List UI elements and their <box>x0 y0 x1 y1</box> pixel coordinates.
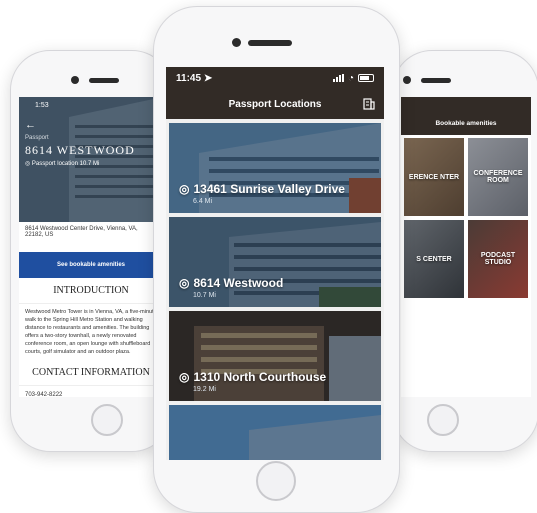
signal-icon <box>332 74 344 82</box>
pin-icon: ◎ <box>179 370 190 384</box>
center-phone: 11:45 ➤ ◔ Passport Locations ◎ 13461 Sun… <box>153 6 400 513</box>
left-screen: 1:53 ← Passport 8614 WESTWOOD ◎ Passport… <box>19 97 163 397</box>
location-distance: Passport location 10.7 Mi <box>31 161 100 167</box>
contact-heading: CONTACT INFORMATION <box>19 360 163 386</box>
speaker <box>248 40 292 46</box>
right-screen: Bookable amenities ERENCE NTER CONFERENC… <box>401 97 531 397</box>
location-title: 8614 WESTWOOD <box>25 143 135 157</box>
location-card[interactable]: ◎ 8614 Westwood 10.7 Mi <box>169 217 381 307</box>
location-card[interactable] <box>169 405 381 460</box>
home-button[interactable] <box>427 404 459 436</box>
location-name: 13461 Sunrise Valley Drive <box>193 182 345 196</box>
status-bar: 11:45 ➤ ◔ <box>166 67 384 89</box>
amenities-header: Bookable amenities <box>401 111 531 135</box>
camera <box>71 76 79 84</box>
amenity-tile[interactable]: PODCAST STUDIO <box>468 220 528 298</box>
location-distance: 10.7 Mi <box>193 292 216 299</box>
pin-icon: ◎ <box>179 182 190 196</box>
right-phone: Bookable amenities ERENCE NTER CONFERENC… <box>392 50 537 452</box>
building-filter-icon[interactable] <box>362 97 376 111</box>
wifi-icon: ◔ <box>347 72 354 84</box>
location-distance: 6.4 Mi <box>193 198 213 205</box>
location-name: 1310 North Courthouse <box>193 370 327 384</box>
status-time: 1:53 <box>35 102 49 109</box>
amenities-grid: ERENCE NTER CONFERENCE ROOM S CENTER POD… <box>401 135 531 301</box>
left-phone: 1:53 ← Passport 8614 WESTWOOD ◎ Passport… <box>10 50 172 452</box>
center-screen: 11:45 ➤ ◔ Passport Locations ◎ 13461 Sun… <box>166 67 384 460</box>
location-subtitle: ◎ Passport location 10.7 Mi <box>25 160 99 167</box>
hero-label: Passport <box>25 135 49 141</box>
speaker <box>89 78 119 83</box>
pin-icon: ◎ <box>179 276 190 290</box>
nav-bar: Passport Locations <box>166 89 384 119</box>
home-button[interactable] <box>256 461 296 501</box>
intro-heading: INTRODUCTION <box>19 278 163 304</box>
location-list: ◎ 13461 Sunrise Valley Drive 6.4 Mi ◎ 8614… <box>166 119 384 460</box>
nav-title: Passport Locations <box>228 98 322 110</box>
back-arrow-icon[interactable]: ← <box>25 119 36 131</box>
address: 8614 Westwood Center Drive, Vienna, VA, … <box>25 226 138 238</box>
home-button[interactable] <box>91 404 123 436</box>
battery-icon <box>358 74 374 82</box>
amenity-tile[interactable]: S CENTER <box>404 220 464 298</box>
camera <box>232 38 241 47</box>
status-bar <box>401 97 531 111</box>
status-time: 11:45 ➤ <box>176 72 213 84</box>
intro-body: Westwood Metro Tower is in Vienna, VA, a… <box>25 309 157 355</box>
location-name: 8614 Westwood <box>193 276 284 290</box>
camera <box>403 76 411 84</box>
see-amenities-button[interactable]: See bookable amenities <box>19 252 163 278</box>
amenity-label: ERENCE NTER <box>408 173 460 181</box>
amenity-tile[interactable]: CONFERENCE ROOM <box>468 138 528 216</box>
amenity-label: S CENTER <box>416 255 452 263</box>
speaker <box>421 78 451 83</box>
location-hero: 1:53 ← Passport 8614 WESTWOOD ◎ Passport… <box>19 97 163 222</box>
location-distance: 19.2 Mi <box>193 386 216 393</box>
building-photo <box>169 405 381 460</box>
pin-icon: ◎ <box>25 161 31 167</box>
amenity-tile[interactable]: ERENCE NTER <box>404 138 464 216</box>
amenity-label: PODCAST STUDIO <box>480 252 516 266</box>
location-arrow-icon: ➤ <box>203 72 213 84</box>
amenity-label: CONFERENCE ROOM <box>473 170 523 184</box>
location-card[interactable]: ◎ 13461 Sunrise Valley Drive 6.4 Mi <box>169 123 381 213</box>
contact-phone[interactable]: 703-942-8222 <box>19 386 163 397</box>
location-card[interactable]: ◎ 1310 North Courthouse 19.2 Mi <box>169 311 381 401</box>
